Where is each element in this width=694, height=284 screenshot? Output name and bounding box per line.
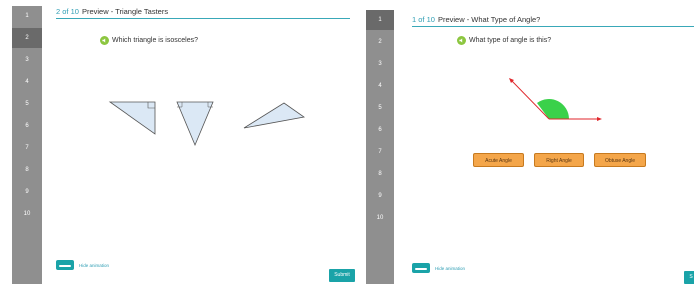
triangle-option-right[interactable] — [108, 101, 156, 135]
hide-animation-toggle[interactable]: Hide animation — [56, 260, 109, 270]
angle-diagram — [509, 78, 602, 121]
hide-animation-toggle[interactable]: Hide animation — [412, 263, 465, 273]
answer-right-button[interactable]: Right Angle — [534, 153, 584, 167]
triangle-option-scalene[interactable] — [243, 102, 306, 129]
triangle-options — [108, 101, 306, 147]
angle-arc — [537, 98, 569, 119]
animation-icon — [412, 263, 430, 273]
quiz-panel-angle-types: 1 2 3 4 5 6 7 8 9 10 1 of 10 Preview - Wh… — [366, 0, 694, 284]
animation-icon — [56, 260, 74, 270]
answer-acute-button[interactable]: Acute Angle — [473, 153, 524, 167]
submit-button[interactable]: Submit — [329, 269, 355, 282]
arm-arrowhead-right — [597, 117, 602, 121]
triangle-option-isosceles[interactable] — [176, 101, 214, 147]
hide-animation-label: Hide animation — [79, 262, 110, 268]
angle-arm-diagonal — [510, 79, 550, 120]
hide-animation-label: Hide animation — [435, 265, 466, 271]
submit-button[interactable]: S — [684, 271, 694, 284]
quiz-panel-triangle-tasters: 1 2 3 4 5 6 7 8 9 10 2 of 10 Preview - Tr… — [0, 0, 360, 284]
answer-obtuse-button[interactable]: Obtuse Angle — [594, 153, 646, 167]
